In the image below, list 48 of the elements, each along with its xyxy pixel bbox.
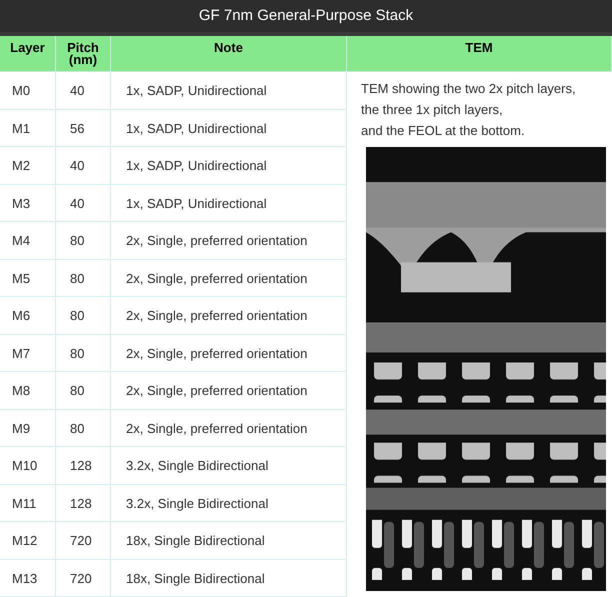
table-cell: 3.2x, Single Bidirectional [111, 447, 347, 484]
table-cell: 80 [56, 334, 111, 372]
table-cell: M12 [0, 522, 56, 560]
table-cell: 80 [56, 410, 111, 447]
table-cell: M13 [0, 560, 56, 597]
table-cell: M6 [0, 297, 56, 334]
table-cell: 2x, Single, preferred orientation [111, 297, 347, 334]
table-cell: 18x, Single Bidirectional [111, 522, 347, 560]
table-cell: M3 [0, 184, 56, 222]
table-cell: M11 [0, 484, 56, 522]
caption-text: TEM showing the two 2x pitch layers, the three 1x pitch layers, and the FEOL at the bottom. [361, 80, 577, 140]
table-cell: 720 [56, 522, 111, 560]
table-cell: 80 [56, 260, 111, 297]
table-cell: M1 [0, 110, 56, 147]
table-cell: 2x, Single, preferred orientation [111, 334, 347, 372]
table-cell: 40 [56, 72, 111, 110]
table-cell: 128 [56, 484, 111, 522]
table-cell: M10 [0, 447, 56, 484]
table-title: GF 7nm General-Purpose Stack [0, 0, 612, 36]
table-cell: M5 [0, 260, 56, 297]
table-cell: 56 [56, 110, 111, 147]
table-cell: 2x, Single, preferred orientation [111, 372, 347, 410]
column-header: Pitch (nm) [56, 36, 111, 72]
table-cell: 80 [56, 222, 111, 260]
table-cell: 2x, Single, preferred orientation [111, 410, 347, 447]
table-cell: 80 [56, 372, 111, 410]
table-cell: M2 [0, 147, 56, 184]
table-cell: 1x, SADP, Unidirectional [111, 72, 347, 110]
table-cell: 18x, Single Bidirectional [111, 560, 347, 597]
table-cell: 128 [56, 447, 111, 484]
table-cell: 3.2x, Single Bidirectional [111, 484, 347, 522]
column-header: Layer [0, 36, 56, 72]
table-cell: 1x, SADP, Unidirectional [111, 184, 347, 222]
table-cell: 80 [56, 297, 111, 334]
table-cell: 40 [56, 184, 111, 222]
table-cell: 1x, SADP, Unidirectional [111, 110, 347, 147]
column-header: Note [111, 36, 347, 72]
table-cell: M8 [0, 372, 56, 410]
table-cell: M4 [0, 222, 56, 260]
table-cell: 40 [56, 147, 111, 184]
table-cell: 2x, Single, preferred orientation [111, 260, 347, 297]
table-cell: 2x, Single, preferred orientation [111, 222, 347, 260]
table-cell: 1x, SADP, Unidirectional [111, 147, 347, 184]
column-header: TEM [347, 36, 612, 72]
table-cell: M9 [0, 410, 56, 447]
table-cell: M0 [0, 72, 56, 110]
table-cell: 720 [56, 560, 111, 597]
table-cell: M7 [0, 334, 56, 372]
